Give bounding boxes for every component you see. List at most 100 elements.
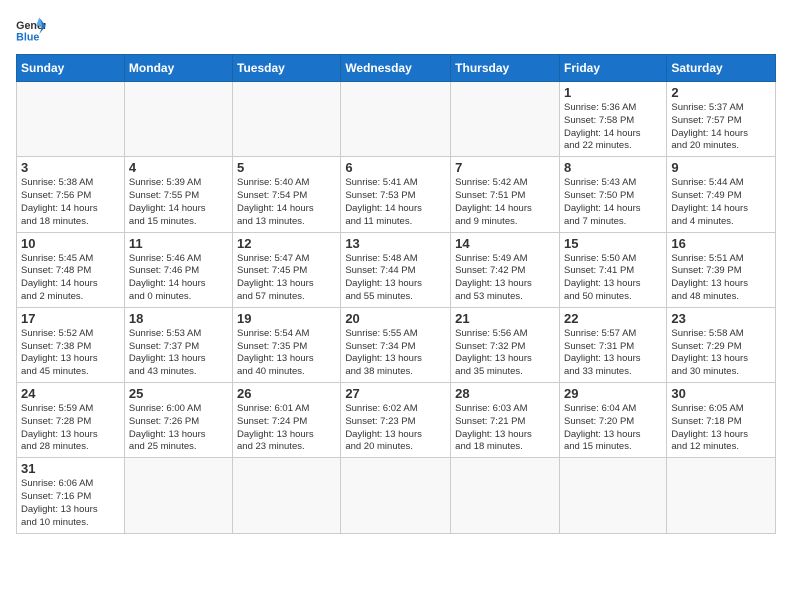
calendar-day-cell: 10Sunrise: 5:45 AM Sunset: 7:48 PM Dayli… — [17, 232, 125, 307]
calendar-day-cell: 23 Sunrise: 5:58 AM Sunset: 7:29 PM Dayli… — [667, 307, 776, 382]
calendar-day-cell: 15Sunrise: 5:50 AM Sunset: 7:41 PM Dayli… — [559, 232, 666, 307]
day-number: 7 — [455, 160, 555, 175]
calendar-day-cell: 26 Sunrise: 6:01 AM Sunset: 7:24 PM Dayli… — [233, 383, 341, 458]
day-number: 22 — [564, 311, 662, 326]
calendar-day-cell: 17 Sunrise: 5:52 AM Sunset: 7:38 PM Dayli… — [17, 307, 125, 382]
day-info: Sunrise: 5:40 AM Sunset: 7:54 PM Dayligh… — [237, 177, 336, 228]
calendar-day-cell: 24Sunrise: 5:59 AM Sunset: 7:28 PM Dayli… — [17, 383, 125, 458]
day-number: 31 — [21, 461, 120, 476]
day-number: 23 — [671, 311, 771, 326]
day-info: Sunrise: 5:42 AM Sunset: 7:51 PM Dayligh… — [455, 177, 555, 228]
day-number: 12 — [237, 236, 336, 251]
calendar-day-cell: 25Sunrise: 6:00 AM Sunset: 7:26 PM Dayli… — [124, 383, 232, 458]
weekday-header-row: SundayMondayTuesdayWednesdayThursdayFrid… — [17, 55, 776, 82]
calendar-day-cell: 4Sunrise: 5:39 AM Sunset: 7:55 PM Daylig… — [124, 157, 232, 232]
day-number: 16 — [671, 236, 771, 251]
day-number: 10 — [21, 236, 120, 251]
day-info: Sunrise: 5:54 AM Sunset: 7:35 PM Dayligh… — [237, 328, 336, 379]
day-number: 20 — [345, 311, 446, 326]
day-info: Sunrise: 6:03 AM Sunset: 7:21 PM Dayligh… — [455, 403, 555, 454]
calendar-day-cell: 16 Sunrise: 5:51 AM Sunset: 7:39 PM Dayli… — [667, 232, 776, 307]
day-number: 9 — [671, 160, 771, 175]
calendar-day-cell — [667, 458, 776, 533]
calendar-day-cell — [341, 458, 451, 533]
day-number: 26 — [237, 386, 336, 401]
calendar-day-cell: 3 Sunrise: 5:38 AM Sunset: 7:56 PM Daylig… — [17, 157, 125, 232]
day-info: Sunrise: 6:06 AM Sunset: 7:16 PM Dayligh… — [21, 478, 120, 529]
calendar-day-cell — [559, 458, 666, 533]
calendar-week-row: 31 Sunrise: 6:06 AM Sunset: 7:16 PM Dayli… — [17, 458, 776, 533]
calendar-day-cell — [17, 82, 125, 157]
page: General Blue SundayMondayTuesdayWednesda… — [0, 0, 792, 612]
day-info: Sunrise: 5:39 AM Sunset: 7:55 PM Dayligh… — [129, 177, 228, 228]
calendar-day-cell — [451, 82, 560, 157]
day-number: 24 — [21, 386, 120, 401]
calendar-day-cell — [233, 82, 341, 157]
calendar-week-row: 24Sunrise: 5:59 AM Sunset: 7:28 PM Dayli… — [17, 383, 776, 458]
calendar-day-cell: 9 Sunrise: 5:44 AM Sunset: 7:49 PM Daylig… — [667, 157, 776, 232]
calendar-day-cell: 27Sunrise: 6:02 AM Sunset: 7:23 PM Dayli… — [341, 383, 451, 458]
day-number: 5 — [237, 160, 336, 175]
day-number: 15 — [564, 236, 662, 251]
header: General Blue — [16, 16, 776, 44]
calendar-day-cell — [124, 458, 232, 533]
calendar-day-cell: 5 Sunrise: 5:40 AM Sunset: 7:54 PM Daylig… — [233, 157, 341, 232]
day-info: Sunrise: 5:44 AM Sunset: 7:49 PM Dayligh… — [671, 177, 771, 228]
day-number: 6 — [345, 160, 446, 175]
calendar-day-cell: 28Sunrise: 6:03 AM Sunset: 7:21 PM Dayli… — [451, 383, 560, 458]
weekday-header-sunday: Sunday — [17, 55, 125, 82]
calendar-day-cell: 31 Sunrise: 6:06 AM Sunset: 7:16 PM Dayli… — [17, 458, 125, 533]
day-number: 29 — [564, 386, 662, 401]
calendar-day-cell: 6 Sunrise: 5:41 AM Sunset: 7:53 PM Daylig… — [341, 157, 451, 232]
day-info: Sunrise: 5:53 AM Sunset: 7:37 PM Dayligh… — [129, 328, 228, 379]
calendar-day-cell — [451, 458, 560, 533]
svg-text:Blue: Blue — [16, 32, 39, 44]
calendar-day-cell: 14Sunrise: 5:49 AM Sunset: 7:42 PM Dayli… — [451, 232, 560, 307]
calendar-week-row: 17 Sunrise: 5:52 AM Sunset: 7:38 PM Dayli… — [17, 307, 776, 382]
generalblue-logo-icon: General Blue — [16, 16, 46, 44]
day-number: 14 — [455, 236, 555, 251]
day-info: Sunrise: 5:52 AM Sunset: 7:38 PM Dayligh… — [21, 328, 120, 379]
day-info: Sunrise: 5:46 AM Sunset: 7:46 PM Dayligh… — [129, 253, 228, 304]
day-info: Sunrise: 5:51 AM Sunset: 7:39 PM Dayligh… — [671, 253, 771, 304]
calendar-day-cell: 30Sunrise: 6:05 AM Sunset: 7:18 PM Dayli… — [667, 383, 776, 458]
calendar-day-cell — [233, 458, 341, 533]
calendar-day-cell — [341, 82, 451, 157]
day-number: 3 — [21, 160, 120, 175]
calendar-day-cell: 12Sunrise: 5:47 AM Sunset: 7:45 PM Dayli… — [233, 232, 341, 307]
calendar-day-cell: 1 Sunrise: 5:36 AM Sunset: 7:58 PM Daylig… — [559, 82, 666, 157]
day-info: Sunrise: 5:41 AM Sunset: 7:53 PM Dayligh… — [345, 177, 446, 228]
day-number: 25 — [129, 386, 228, 401]
calendar-day-cell: 11 Sunrise: 5:46 AM Sunset: 7:46 PM Dayli… — [124, 232, 232, 307]
weekday-header-monday: Monday — [124, 55, 232, 82]
calendar-day-cell: 7 Sunrise: 5:42 AM Sunset: 7:51 PM Daylig… — [451, 157, 560, 232]
weekday-header-friday: Friday — [559, 55, 666, 82]
day-info: Sunrise: 5:36 AM Sunset: 7:58 PM Dayligh… — [564, 102, 662, 153]
calendar-table: SundayMondayTuesdayWednesdayThursdayFrid… — [16, 54, 776, 534]
day-info: Sunrise: 5:57 AM Sunset: 7:31 PM Dayligh… — [564, 328, 662, 379]
calendar-day-cell: 20Sunrise: 5:55 AM Sunset: 7:34 PM Dayli… — [341, 307, 451, 382]
day-number: 1 — [564, 85, 662, 100]
weekday-header-saturday: Saturday — [667, 55, 776, 82]
calendar-day-cell: 19Sunrise: 5:54 AM Sunset: 7:35 PM Dayli… — [233, 307, 341, 382]
calendar-day-cell: 18 Sunrise: 5:53 AM Sunset: 7:37 PM Dayli… — [124, 307, 232, 382]
logo: General Blue — [16, 16, 46, 44]
day-number: 8 — [564, 160, 662, 175]
day-info: Sunrise: 6:02 AM Sunset: 7:23 PM Dayligh… — [345, 403, 446, 454]
day-info: Sunrise: 5:58 AM Sunset: 7:29 PM Dayligh… — [671, 328, 771, 379]
weekday-header-tuesday: Tuesday — [233, 55, 341, 82]
weekday-header-wednesday: Wednesday — [341, 55, 451, 82]
day-info: Sunrise: 5:48 AM Sunset: 7:44 PM Dayligh… — [345, 253, 446, 304]
day-number: 17 — [21, 311, 120, 326]
day-info: Sunrise: 5:38 AM Sunset: 7:56 PM Dayligh… — [21, 177, 120, 228]
day-number: 18 — [129, 311, 228, 326]
calendar-day-cell: 13Sunrise: 5:48 AM Sunset: 7:44 PM Dayli… — [341, 232, 451, 307]
day-info: Sunrise: 5:37 AM Sunset: 7:57 PM Dayligh… — [671, 102, 771, 153]
day-number: 11 — [129, 236, 228, 251]
day-info: Sunrise: 6:01 AM Sunset: 7:24 PM Dayligh… — [237, 403, 336, 454]
weekday-header-thursday: Thursday — [451, 55, 560, 82]
calendar-day-cell: 22 Sunrise: 5:57 AM Sunset: 7:31 PM Dayli… — [559, 307, 666, 382]
calendar-week-row: 3 Sunrise: 5:38 AM Sunset: 7:56 PM Daylig… — [17, 157, 776, 232]
calendar-week-row: 10Sunrise: 5:45 AM Sunset: 7:48 PM Dayli… — [17, 232, 776, 307]
calendar-day-cell: 21Sunrise: 5:56 AM Sunset: 7:32 PM Dayli… — [451, 307, 560, 382]
